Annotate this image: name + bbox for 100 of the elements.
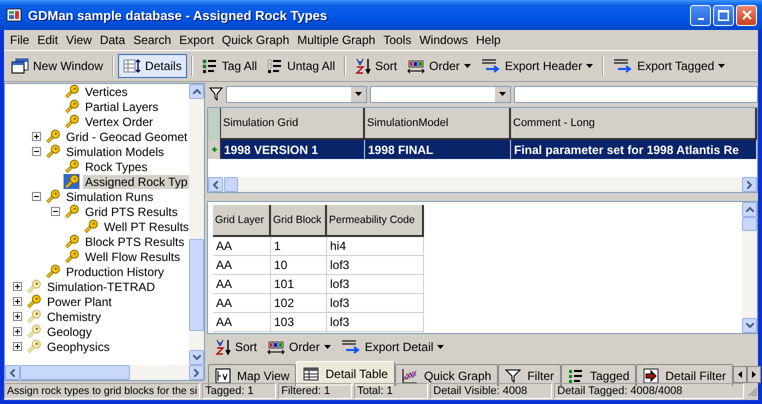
toolbar-button[interactable]: Export Header <box>476 54 598 78</box>
toolbar-button[interactable]: Order <box>262 335 336 359</box>
table-row[interactable]: 1998 VERSION 1 1998 FINAL Final parameter set for 1998 Atlantis Re <box>208 140 757 159</box>
expand-toggle[interactable] <box>12 312 22 321</box>
filter-field[interactable] <box>514 86 758 102</box>
tab[interactable]: Filter <box>498 364 561 386</box>
scroll-thumb[interactable] <box>224 177 238 192</box>
tree-item[interactable]: Partial Layers <box>83 100 160 114</box>
menu-item[interactable]: Windows <box>415 33 472 47</box>
order-icon <box>407 58 426 74</box>
toolbar-button[interactable]: Export Detail <box>336 335 450 359</box>
column-header[interactable]: Permeability Code <box>327 205 424 237</box>
toolbar-button[interactable]: Tag All <box>196 54 262 78</box>
scroll-up-button[interactable] <box>189 84 204 99</box>
status-field: Detail Visible: 4008 <box>430 383 552 399</box>
menu-item[interactable]: Search <box>129 33 176 47</box>
tab-scroll-right-button[interactable] <box>747 366 762 383</box>
table-cell: Final parameter set for 1998 Atlantis Re <box>511 140 757 159</box>
tree-item[interactable]: Chemistry <box>45 310 104 324</box>
menu-item[interactable]: Tools <box>379 33 416 47</box>
table-cell: lof3 <box>327 256 424 275</box>
tree-item[interactable]: Simulation Runs <box>64 190 156 204</box>
scroll-thumb[interactable] <box>742 217 757 231</box>
tag-icon <box>267 58 284 74</box>
tree-item[interactable]: Vertices <box>83 84 130 98</box>
menu-item[interactable]: Export <box>175 33 218 47</box>
scroll-thumb[interactable] <box>189 239 204 331</box>
column-header[interactable]: Grid Layer <box>213 205 271 237</box>
expand-toggle[interactable] <box>12 342 22 351</box>
tree-item[interactable]: Grid PTS Results <box>83 204 180 218</box>
table-icon <box>303 366 320 382</box>
grid-icon <box>123 58 142 74</box>
tab[interactable]: Tagged <box>561 364 636 386</box>
maximize-button[interactable] <box>713 4 734 26</box>
expand-toggle[interactable] <box>12 327 22 336</box>
tab-scroll-left-button[interactable] <box>733 366 748 383</box>
scroll-left-button[interactable] <box>5 365 20 380</box>
tree-item[interactable]: Simulation Models <box>64 144 166 158</box>
tree-item[interactable]: Well PT Results <box>102 220 189 234</box>
tab[interactable]: Quick Graph <box>394 364 498 386</box>
tab[interactable]: Map View <box>208 364 296 386</box>
expand-toggle[interactable] <box>32 192 40 201</box>
menu-item[interactable]: Data <box>96 33 130 47</box>
scroll-right-button[interactable] <box>189 365 204 380</box>
menu-item[interactable]: Multiple Graph <box>293 33 380 47</box>
menu-item[interactable]: Quick Graph <box>218 33 294 47</box>
toolbar-button[interactable]: Untag All <box>262 54 340 78</box>
scrollbar[interactable] <box>5 365 204 380</box>
scroll-left-button[interactable] <box>208 177 223 192</box>
scroll-right-button[interactable] <box>742 177 757 192</box>
expand-toggle[interactable] <box>12 282 22 291</box>
toolbar-button[interactable]: New Window <box>6 54 108 78</box>
chevron-left-icon <box>213 180 218 188</box>
scrollbar[interactable] <box>208 177 757 192</box>
tree-item[interactable]: Geology <box>45 324 94 338</box>
tree-item[interactable]: Well Flow Results <box>83 250 182 264</box>
filter-icon <box>505 368 522 384</box>
table-cell: hi4 <box>327 237 424 256</box>
scrollbar[interactable] <box>189 84 204 365</box>
expand-toggle[interactable] <box>32 132 40 141</box>
scrollbar[interactable] <box>742 202 757 333</box>
toolbar-button[interactable]: Details <box>118 54 187 78</box>
tree-item[interactable]: Block PTS Results <box>83 234 186 248</box>
scroll-thumb[interactable] <box>20 365 130 380</box>
sort-icon <box>215 339 231 355</box>
menu-item[interactable]: View <box>62 33 96 47</box>
tree-item[interactable]: Geophysics <box>45 340 112 354</box>
tree-item[interactable]: Rock Types <box>83 160 150 174</box>
toolbar-button[interactable]: Export Tagged <box>608 54 730 78</box>
menu-item[interactable]: Edit <box>33 33 62 47</box>
scroll-down-button[interactable] <box>189 350 204 365</box>
tree-item[interactable]: Assigned Rock Typ <box>83 174 189 188</box>
tab[interactable]: Detail Table <box>296 361 395 386</box>
tree-item[interactable]: Power Plant <box>45 294 114 308</box>
current-row-icon <box>212 147 216 152</box>
toolbar-button[interactable]: Sort <box>350 54 402 78</box>
column-header[interactable]: Grid Block <box>271 205 327 237</box>
window-title: GDMan sample database - Assigned Rock Types <box>28 8 328 22</box>
tree-item[interactable]: Grid - Geocad Geomet <box>64 130 189 144</box>
expand-toggle[interactable] <box>50 207 60 216</box>
scroll-down-button[interactable] <box>742 318 757 333</box>
filter-dropdown[interactable] <box>370 86 511 102</box>
expand-toggle[interactable] <box>12 297 22 306</box>
filter-dropdown[interactable] <box>226 86 367 102</box>
tree-item[interactable]: Vertex Order <box>83 114 156 128</box>
tree-item[interactable]: Production History <box>64 264 166 278</box>
close-button[interactable] <box>736 4 757 26</box>
table-cell: 1998 VERSION 1 <box>221 140 365 159</box>
tab[interactable]: Detail Filter <box>636 364 734 386</box>
chevron-left-icon <box>10 368 15 376</box>
menu-item[interactable]: File <box>6 33 34 47</box>
tree-item[interactable]: Simulation-TETRAD <box>45 280 158 294</box>
minimize-button[interactable] <box>690 4 711 26</box>
scroll-up-button[interactable] <box>742 202 757 217</box>
expand-toggle[interactable] <box>32 147 40 156</box>
chevron-down-icon <box>192 355 200 360</box>
toolbar-button[interactable]: Sort <box>210 335 262 359</box>
menu-item[interactable]: Help <box>472 33 505 47</box>
toolbar-button[interactable]: Order <box>402 54 476 78</box>
table-cell: 103 <box>271 313 327 332</box>
